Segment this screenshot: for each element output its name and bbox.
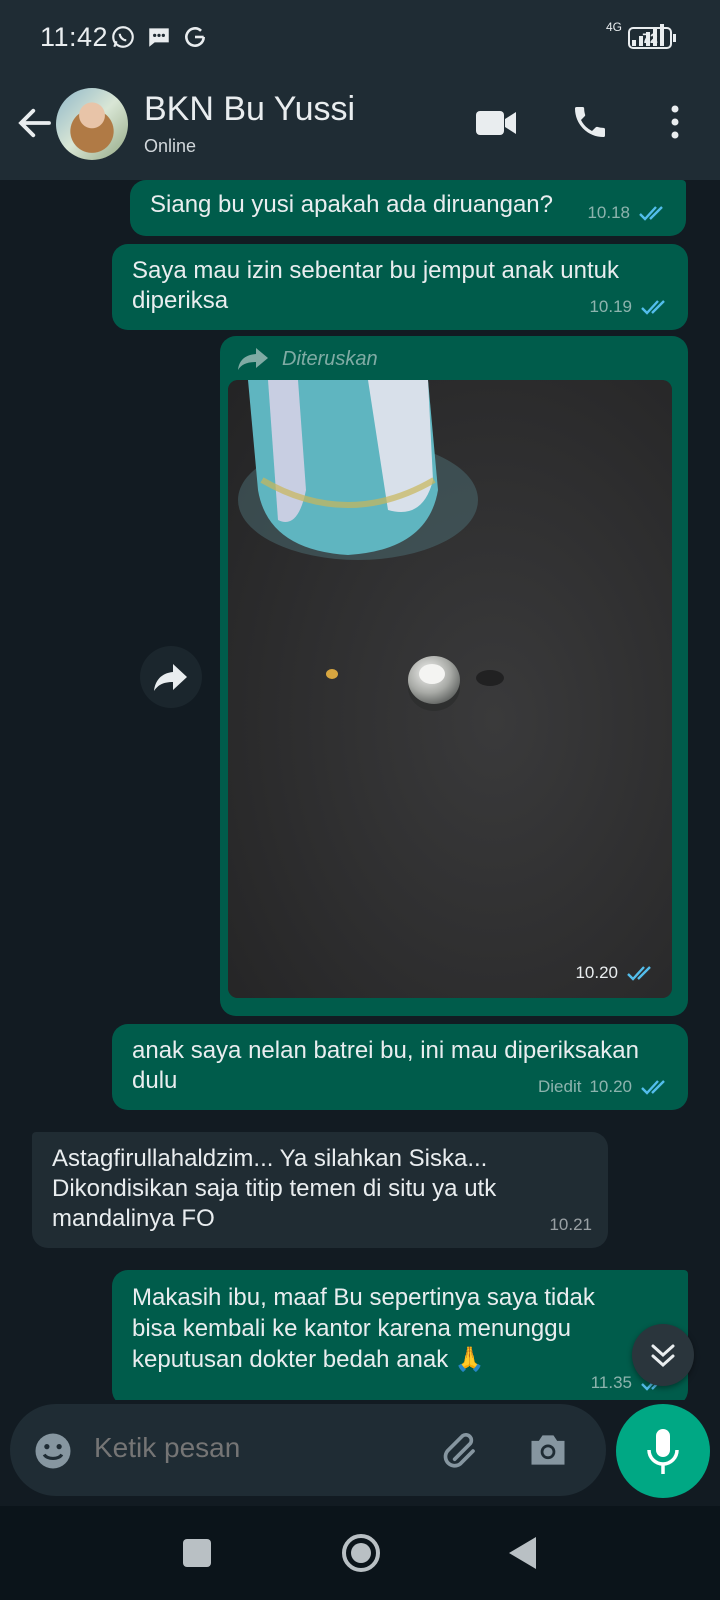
scroll-to-bottom-button[interactable] [632, 1324, 694, 1386]
status-time: 11:42 [40, 22, 109, 52]
message-notification-icon [149, 28, 169, 47]
message-meta: 10.18 [587, 198, 670, 228]
forwarded-photo-message[interactable]: Diteruskan 10.20 [220, 336, 688, 1016]
outgoing-message[interactable]: Siang bu yusi apakah ada diruangan? 10.1… [130, 180, 686, 236]
battery-icon: 72 [628, 27, 676, 49]
forwarded-label: Diteruskan [282, 348, 378, 370]
message-time: 10.19 [589, 297, 632, 316]
attach-icon[interactable] [440, 1428, 484, 1472]
system-nav-bar [0, 1506, 720, 1600]
read-ticks-icon [627, 966, 651, 981]
chat-header: BKN Bu Yussi Online [0, 78, 720, 180]
whatsapp-notification-icon [112, 26, 134, 48]
message-photo[interactable]: 10.20 [228, 380, 672, 998]
message-time: 10.18 [587, 203, 630, 222]
incoming-message[interactable]: Astagfirullahaldzim... Ya silahkan Siska… [32, 1132, 608, 1248]
outgoing-message[interactable]: anak saya nelan batrei bu, ini mau diper… [112, 1024, 688, 1110]
back-arrow-icon[interactable] [14, 102, 56, 144]
voice-call-icon[interactable] [570, 102, 610, 142]
emoji-icon[interactable] [32, 1430, 74, 1472]
read-ticks-icon [641, 1080, 665, 1095]
chat-area[interactable]: Siang bu yusi apakah ada diruangan? 10.1… [0, 180, 720, 1400]
message-meta: 10.19 [589, 292, 672, 322]
photo-content [228, 380, 672, 998]
status-bar: 11:42 4G 72 [0, 0, 720, 78]
camera-icon[interactable] [526, 1428, 570, 1472]
notification-icons [110, 24, 208, 50]
message-time: 10.20 [589, 1077, 632, 1096]
message-composer [10, 1404, 606, 1496]
outgoing-message[interactable]: Makasih ibu, maaf Bu sepertinya saya tid… [112, 1270, 688, 1400]
voice-record-button[interactable] [616, 1404, 710, 1498]
forwarded-icon [238, 348, 268, 370]
outgoing-message[interactable]: Saya mau izin sebentar bu jemput anak un… [112, 244, 688, 330]
message-text: Astagfirullahaldzim... Ya silahkan Siska… [52, 1145, 497, 1232]
message-text: Siang bu yusi apakah ada diruangan? [150, 191, 553, 218]
google-notification-icon [185, 27, 205, 47]
more-options-icon[interactable] [662, 102, 688, 142]
message-text: Saya mau izin sebentar bu jemput anak un… [132, 257, 619, 314]
share-arrow-icon [154, 664, 187, 691]
home-icon[interactable] [340, 1532, 382, 1574]
forward-button[interactable] [140, 646, 202, 708]
message-time: 10.21 [549, 1215, 592, 1234]
forwarded-indicator: Diteruskan [236, 344, 378, 374]
read-ticks-icon [639, 206, 663, 221]
video-call-icon[interactable] [474, 106, 518, 140]
read-ticks-icon [641, 300, 665, 315]
double-chevron-down-icon [651, 1344, 675, 1368]
message-meta: 10.20 [575, 958, 658, 988]
network-type: 4G [605, 20, 622, 34]
contact-avatar[interactable] [56, 88, 128, 160]
contact-status: Online [144, 136, 197, 156]
message-time: 10.20 [575, 963, 618, 982]
message-input[interactable] [94, 1432, 414, 1464]
message-meta: 10.21 [549, 1210, 592, 1240]
contact-name[interactable]: BKN Bu Yussi [144, 90, 355, 129]
message-meta: Diedit 10.20 [538, 1072, 672, 1102]
message-time: 11.35 [590, 1373, 632, 1392]
nav-back-icon[interactable] [506, 1534, 540, 1572]
message-text: Makasih ibu, maaf Bu sepertinya saya tid… [132, 1284, 595, 1373]
microphone-icon [647, 1429, 679, 1474]
edited-label: Diedit [537, 1077, 582, 1096]
recent-apps-icon[interactable] [180, 1536, 214, 1570]
